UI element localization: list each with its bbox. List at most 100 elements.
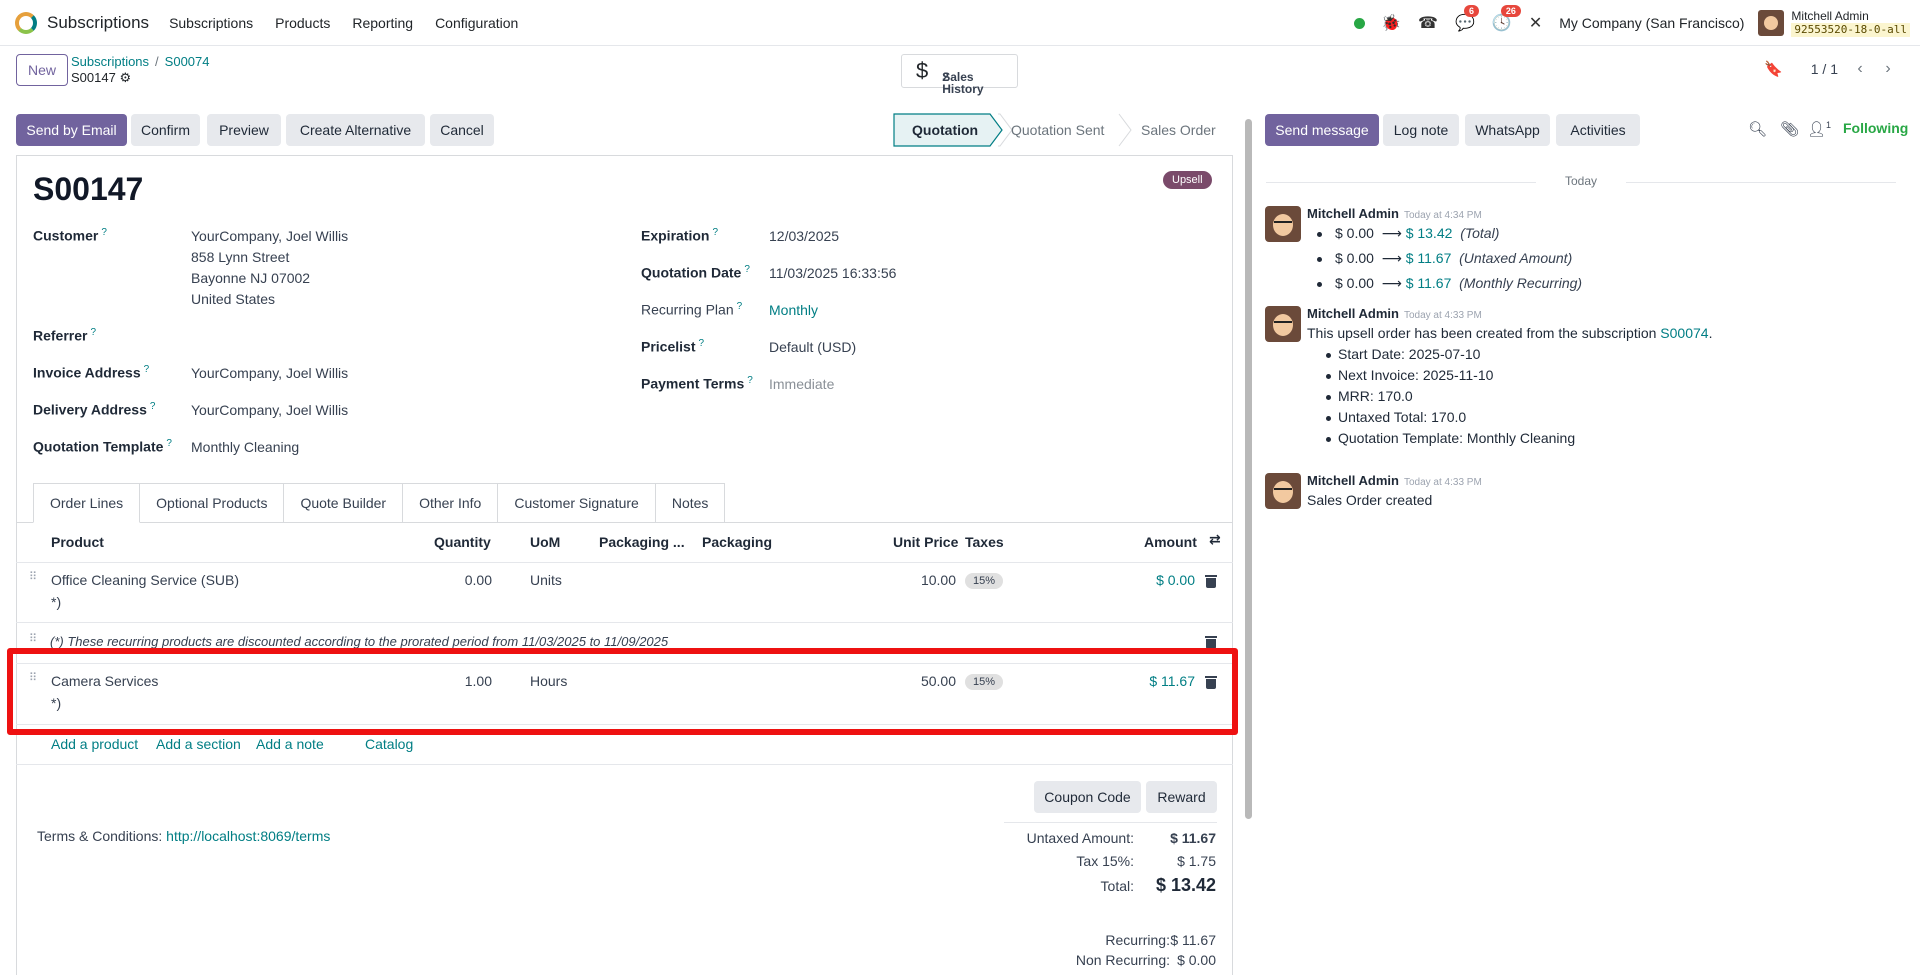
help-icon[interactable]: ? xyxy=(166,438,172,449)
customer-field[interactable]: YourCompany, Joel Willis 858 Lynn Street… xyxy=(191,226,348,310)
row1-uom[interactable]: Units xyxy=(530,572,562,588)
message-author[interactable]: Mitchell Admin Today at 4:34 PM xyxy=(1307,206,1482,221)
row1-tax-badge[interactable]: 15% xyxy=(965,573,1004,589)
tab-customer-signature[interactable]: Customer Signature xyxy=(498,483,656,523)
menu-configuration[interactable]: Configuration xyxy=(435,15,518,31)
help-icon[interactable]: ? xyxy=(744,264,750,275)
menu-products[interactable]: Products xyxy=(275,15,330,31)
bookmark-icon[interactable]: 🔖 xyxy=(1764,60,1783,78)
user-avatar[interactable] xyxy=(1758,10,1785,36)
subscription-link[interactable]: S00074 xyxy=(1660,325,1708,341)
phone-icon[interactable]: ☎ xyxy=(1418,13,1438,33)
tab-other-info[interactable]: Other Info xyxy=(403,483,499,523)
tab-notes[interactable]: Notes xyxy=(655,483,726,523)
optional-columns-icon[interactable]: ⇄ xyxy=(1209,531,1221,548)
col-amount[interactable]: Amount xyxy=(1144,534,1197,550)
prorated-note[interactable]: (*) These recurring products are discoun… xyxy=(50,634,668,649)
menu-subscriptions[interactable]: Subscriptions xyxy=(169,15,253,31)
confirm-button[interactable]: Confirm xyxy=(131,114,200,146)
message-avatar[interactable] xyxy=(1265,206,1301,242)
message-author[interactable]: Mitchell Admin Today at 4:33 PM xyxy=(1307,473,1482,488)
stage-quotation[interactable]: Quotation xyxy=(912,114,978,146)
col-packaging-qty[interactable]: Packaging ... xyxy=(599,534,685,550)
pager-next-icon[interactable]: › xyxy=(1874,60,1902,78)
row1-delete-trash-icon[interactable] xyxy=(1205,575,1217,588)
message-avatar[interactable] xyxy=(1265,306,1301,342)
activity-clock-icon[interactable]: 🕓 26 xyxy=(1492,5,1521,33)
row1-unit-price[interactable]: 10.00 xyxy=(860,572,956,588)
col-packaging[interactable]: Packaging xyxy=(702,534,772,550)
app-name[interactable]: Subscriptions xyxy=(47,13,149,33)
add-section-link[interactable]: Add a section xyxy=(156,736,241,752)
help-icon[interactable]: ? xyxy=(712,227,718,238)
help-icon[interactable]: ? xyxy=(698,338,704,349)
menu-reporting[interactable]: Reporting xyxy=(352,15,413,31)
tab-optional-products[interactable]: Optional Products xyxy=(140,483,285,523)
message-avatar[interactable] xyxy=(1265,473,1301,509)
tools-icon[interactable]: ✕ xyxy=(1529,13,1542,33)
help-icon[interactable]: ? xyxy=(101,227,107,238)
create-alternative-button[interactable]: Create Alternative xyxy=(286,114,425,146)
row1-quantity[interactable]: 0.00 xyxy=(400,572,492,588)
quotation-date-field[interactable]: 11/03/2025 16:33:56 xyxy=(769,263,896,284)
payment-terms-field[interactable]: Immediate xyxy=(769,374,834,395)
followers-icon[interactable]: 👤︎1 xyxy=(1807,120,1831,138)
recurring-plan-field[interactable]: Monthly xyxy=(769,300,818,321)
tab-order-lines[interactable]: Order Lines xyxy=(33,483,141,523)
debug-bug-icon[interactable]: 🐞 xyxy=(1381,13,1401,33)
whatsapp-button[interactable]: WhatsApp xyxy=(1465,114,1550,146)
help-icon[interactable]: ? xyxy=(90,327,96,338)
row1-amount[interactable]: $ 0.00 xyxy=(1100,572,1195,588)
invoice-address-field[interactable]: YourCompany, Joel Willis xyxy=(191,363,348,384)
log-note-button[interactable]: Log note xyxy=(1383,114,1459,146)
row1-product[interactable]: Office Cleaning Service (SUB) xyxy=(51,572,239,588)
coupon-code-button[interactable]: Coupon Code xyxy=(1034,781,1141,813)
user-menu[interactable]: Mitchell Admin 92553520-18-0-all xyxy=(1791,9,1910,37)
quotation-template-field[interactable]: Monthly Cleaning xyxy=(191,437,299,458)
add-note-link[interactable]: Add a note xyxy=(256,736,324,752)
col-product[interactable]: Product xyxy=(51,534,104,550)
paperclip-icon[interactable]: 📎︎ xyxy=(1780,120,1799,138)
sales-history-smart-button[interactable]: $ Sales History 2 xyxy=(901,54,1018,95)
breadcrumb-subscriptions[interactable]: Subscriptions xyxy=(71,54,149,69)
send-message-button[interactable]: Send message xyxy=(1265,114,1379,146)
col-uom[interactable]: UoM xyxy=(530,534,560,550)
help-icon[interactable]: ? xyxy=(737,301,743,312)
cancel-button[interactable]: Cancel xyxy=(430,114,494,146)
referrer-field[interactable] xyxy=(191,321,591,345)
help-icon[interactable]: ? xyxy=(144,364,150,375)
reward-button[interactable]: Reward xyxy=(1146,781,1217,813)
col-quantity[interactable]: Quantity xyxy=(434,534,491,550)
help-icon[interactable]: ? xyxy=(747,375,753,386)
message-author[interactable]: Mitchell Admin Today at 4:33 PM xyxy=(1307,306,1482,321)
odoo-app-icon[interactable] xyxy=(15,11,37,34)
tab-quote-builder[interactable]: Quote Builder xyxy=(284,483,404,523)
gear-icon[interactable]: ⚙ xyxy=(119,70,131,85)
expiration-field[interactable]: 12/03/2025 xyxy=(769,226,839,247)
form-scrollbar-thumb[interactable] xyxy=(1245,119,1252,819)
col-unit-price[interactable]: Unit Price xyxy=(893,534,958,550)
drag-handle-icon[interactable]: ⠿ xyxy=(29,572,37,583)
terms-link[interactable]: http://localhost:8069/terms xyxy=(166,828,330,844)
send-by-email-button[interactable]: Send by Email xyxy=(16,114,127,146)
new-button[interactable]: New xyxy=(16,54,68,86)
following-toggle[interactable]: Following xyxy=(1843,120,1908,136)
form-scrollbar[interactable] xyxy=(1244,112,1252,824)
col-taxes[interactable]: Taxes xyxy=(965,534,1004,550)
preview-button[interactable]: Preview xyxy=(207,114,281,146)
pager-previous-icon[interactable]: ‹ xyxy=(1846,60,1874,78)
company-switcher[interactable]: My Company (San Francisco) xyxy=(1559,15,1744,31)
add-product-link[interactable]: Add a product xyxy=(51,736,138,752)
help-icon[interactable]: ? xyxy=(150,401,156,412)
pager-value[interactable]: 1 / 1 xyxy=(1811,61,1838,77)
catalog-link[interactable]: Catalog xyxy=(365,736,413,752)
pricelist-field[interactable]: Default (USD) xyxy=(769,337,856,358)
drag-handle-icon[interactable]: ⠿ xyxy=(29,634,37,645)
breadcrumb-s00074[interactable]: S00074 xyxy=(165,54,210,69)
stage-quotation-sent[interactable]: Quotation Sent xyxy=(1011,114,1104,146)
search-icon[interactable]: 🔍︎ xyxy=(1748,120,1767,138)
activities-button[interactable]: Activities xyxy=(1556,114,1640,146)
delivery-address-field[interactable]: YourCompany, Joel Willis xyxy=(191,400,348,421)
stage-sales-order[interactable]: Sales Order xyxy=(1141,114,1216,146)
chat-icon[interactable]: 💬 6 xyxy=(1455,5,1479,33)
